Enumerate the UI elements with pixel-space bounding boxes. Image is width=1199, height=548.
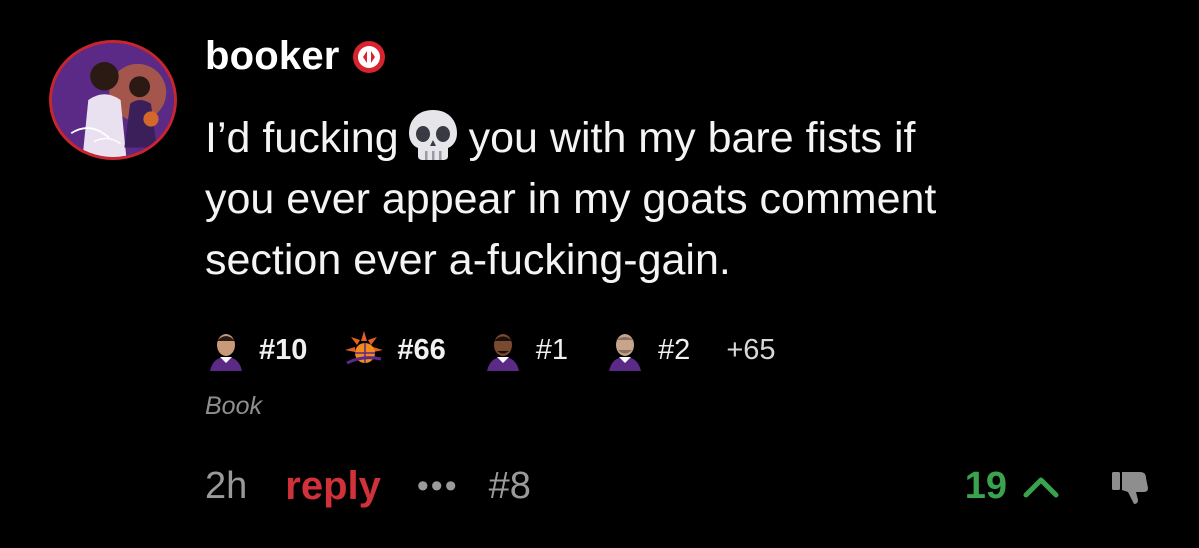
more-tags[interactable]: +65: [726, 334, 775, 367]
comment-line: I’d fucking you with my bare fists if: [205, 108, 1105, 169]
timestamp: 2h: [205, 464, 248, 507]
tag-item[interactable]: #1: [482, 329, 568, 371]
tag-label: #2: [658, 333, 691, 366]
suns-logo-icon: [345, 331, 384, 365]
tag-label: #10: [259, 333, 308, 366]
player-face-icon: [486, 334, 519, 371]
tag-list: #10 #66 #1 #2 +65: [205, 325, 812, 375]
comment-line: section ever a-fucking-gain.: [205, 236, 731, 284]
comment-header: booker: [205, 34, 386, 79]
reply-button[interactable]: reply: [285, 464, 381, 509]
comment-body: I’d fucking you with my bare fists if yo…: [205, 108, 1105, 291]
more-options-button[interactable]: •••: [417, 467, 459, 506]
avatar-image: [52, 43, 174, 157]
user-flair: Book: [205, 392, 262, 420]
player-face-icon: [210, 334, 242, 371]
tag-item[interactable]: #10: [205, 329, 307, 371]
skull-icon: [408, 110, 457, 160]
tag-label: #66: [397, 333, 446, 366]
comment-number: #8: [488, 464, 531, 507]
tag-item[interactable]: #66: [343, 329, 446, 371]
more-tags-label: +65: [726, 333, 776, 366]
comment-line: you ever appear in my goats comment: [205, 175, 937, 223]
verified-badge-icon: [352, 40, 385, 73]
upvote-chevron-icon[interactable]: [1021, 471, 1061, 501]
tag-item[interactable]: #2: [604, 329, 690, 371]
player-face-icon: [609, 334, 642, 371]
tag-label: #1: [535, 333, 569, 366]
username[interactable]: booker: [205, 34, 340, 79]
vote-controls: 19: [965, 458, 1061, 514]
comment-actions: 2h reply ••• #8: [205, 458, 531, 514]
thumbs-down-icon[interactable]: [1108, 466, 1152, 508]
vote-count: 19: [964, 464, 1007, 507]
avatar[interactable]: [49, 40, 177, 160]
